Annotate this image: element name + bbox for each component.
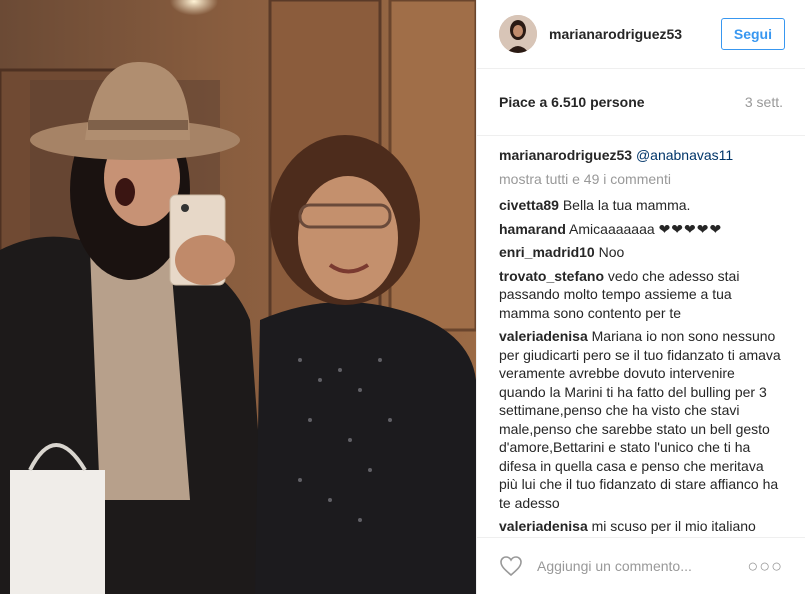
comment-text: mi scuso per il mio italiano <box>591 518 756 534</box>
post-author-username[interactable]: marianarodriguez53 <box>549 26 721 42</box>
selfie-image <box>0 0 476 594</box>
add-comment-input[interactable]: Aggiungi un commento... <box>537 558 747 574</box>
comment-text: Mariana io non sono nessuno per giudicar… <box>499 328 781 511</box>
comment-username[interactable]: trovato_stefano <box>499 268 604 284</box>
post-dialog: marianarodriguez53 Segui Piace a 6.510 p… <box>0 0 805 594</box>
comment-username[interactable]: enri_madrid10 <box>499 244 595 260</box>
post-photo[interactable] <box>0 0 476 594</box>
caption-mention[interactable]: @anabnavas11 <box>636 147 733 163</box>
comment-footer: Aggiungi un commento... ○○○ <box>477 537 805 594</box>
comment-item: hamarand Amicaaaaaaa ❤❤❤❤❤ <box>499 220 783 239</box>
post-sidebar: marianarodriguez53 Segui Piace a 6.510 p… <box>476 0 805 594</box>
comment-item: enri_madrid10 Noo <box>499 243 783 262</box>
avatar-image <box>499 15 537 53</box>
comment-item: civetta89 Bella la tua mamma. <box>499 196 783 215</box>
comments-list: marianarodriguez53 @anabnavas11 mostra t… <box>477 136 805 536</box>
likes-count[interactable]: Piace a 6.510 persone <box>499 94 645 110</box>
comment-item: trovato_stefano vedo che adesso stai pas… <box>499 267 783 323</box>
likes-row: Piace a 6.510 persone 3 sett. <box>477 69 805 136</box>
heart-icon[interactable] <box>499 554 523 578</box>
show-all-comments-link[interactable]: mostra tutti e 49 i commenti <box>499 170 783 189</box>
comment-text: Amicaaaaaaa <box>569 220 655 237</box>
caption: marianarodriguez53 @anabnavas11 <box>499 146 783 165</box>
comment-username[interactable]: valeriadenisa <box>499 518 588 534</box>
post-timestamp[interactable]: 3 sett. <box>745 94 783 110</box>
caption-username[interactable]: marianarodriguez53 <box>499 147 632 163</box>
comment-username[interactable]: hamarand <box>499 221 566 237</box>
avatar[interactable] <box>499 15 537 53</box>
more-options-icon[interactable]: ○○○ <box>747 556 783 577</box>
comment-text: Noo <box>598 244 625 260</box>
comment-item: valeriadenisa Mariana io non sono nessun… <box>499 327 783 512</box>
comment-text: Bella la tua mamma. <box>562 197 691 213</box>
follow-button[interactable]: Segui <box>720 18 785 50</box>
comment-username[interactable]: valeriadenisa <box>499 328 588 344</box>
post-header: marianarodriguez53 Segui <box>477 0 805 69</box>
comment-username[interactable]: civetta89 <box>499 197 559 213</box>
comment-item: valeriadenisa mi scuso per il mio italia… <box>499 517 783 536</box>
heart-emoji-icons: ❤❤❤❤❤ <box>658 220 723 237</box>
